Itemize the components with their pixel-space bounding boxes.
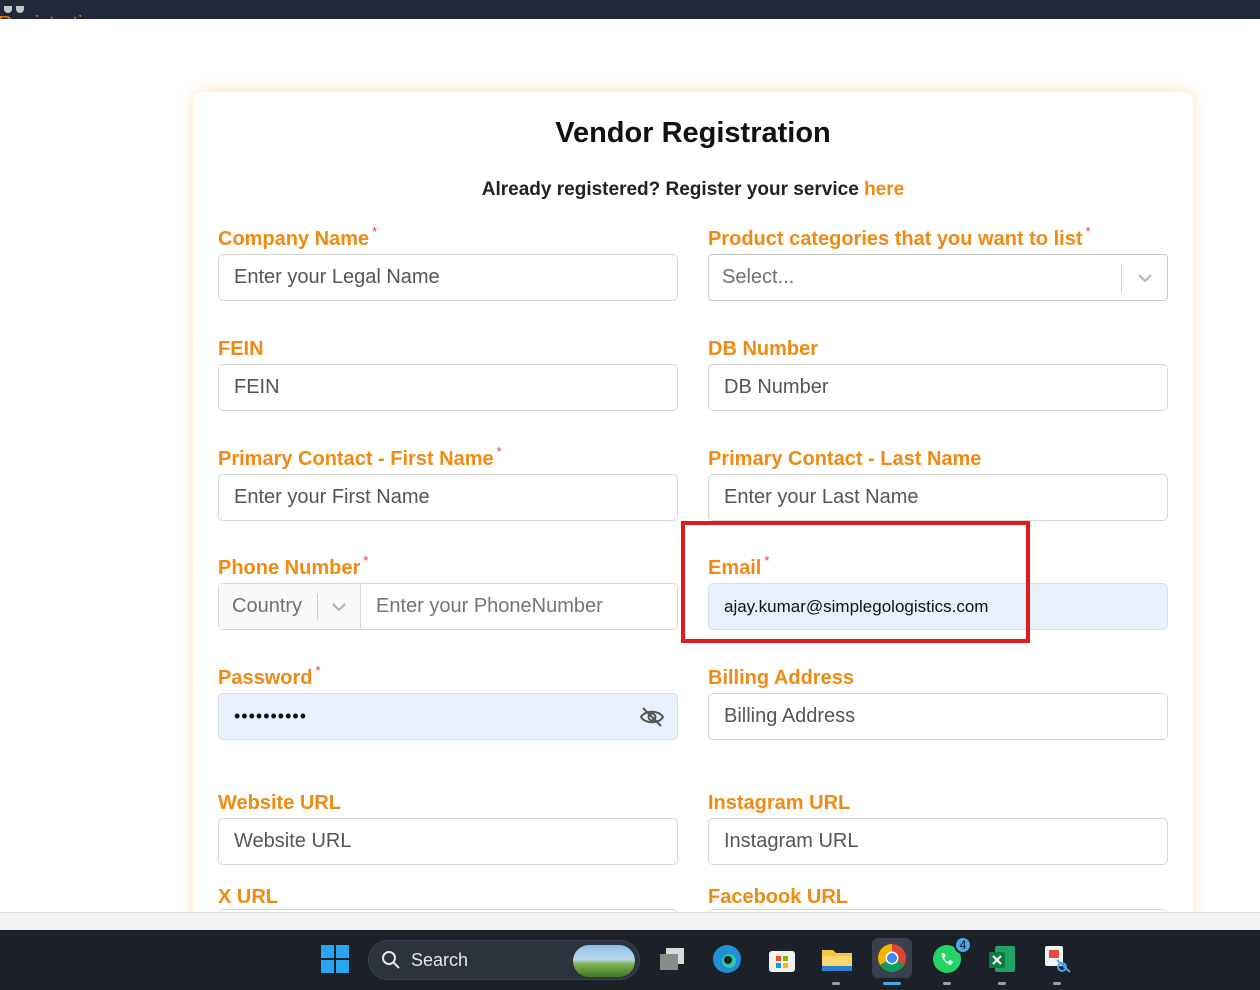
already-registered-text: Already registered? Register your servic… xyxy=(193,179,1193,201)
db-number-input[interactable] xyxy=(724,365,1167,410)
file-explorer-icon[interactable] xyxy=(820,942,854,976)
password-field[interactable]: •••••••••• xyxy=(218,693,678,740)
whatsapp-icon[interactable]: 4 xyxy=(930,936,972,976)
country-select[interactable]: Country xyxy=(219,584,361,629)
page-viewport: Vendor Registration Already registered? … xyxy=(0,19,1260,912)
last-name-input[interactable] xyxy=(724,475,1167,520)
website-url-input[interactable] xyxy=(234,819,677,864)
email-highlight-annotation xyxy=(681,521,1030,643)
product-categories-placeholder: Select... xyxy=(722,266,795,288)
edge-icon[interactable] xyxy=(710,942,744,976)
website-url-label: Website URL xyxy=(218,792,341,814)
task-view-icon[interactable] xyxy=(655,942,689,976)
first-name-input[interactable] xyxy=(234,475,677,520)
store-icon[interactable] xyxy=(765,942,799,976)
active-indicator xyxy=(883,982,901,985)
search-highlight-image xyxy=(573,945,635,977)
search-icon xyxy=(381,950,401,970)
company-name-label: Company Name * xyxy=(218,224,378,250)
taskbar-search-box[interactable]: Search xyxy=(368,940,640,980)
snipping-tool-icon[interactable] xyxy=(1040,942,1074,976)
windows-start-icon[interactable] xyxy=(318,942,352,976)
running-indicator xyxy=(832,982,840,985)
phone-number-field[interactable] xyxy=(361,584,677,629)
running-indicator xyxy=(1053,982,1061,985)
facebook-url-label: Facebook URL xyxy=(708,886,849,908)
fein-field[interactable] xyxy=(218,364,678,411)
company-name-input[interactable] xyxy=(234,255,677,300)
eye-off-icon[interactable] xyxy=(639,706,665,728)
whatsapp-unread-badge: 4 xyxy=(954,936,972,954)
fein-input[interactable] xyxy=(234,365,677,410)
running-indicator xyxy=(998,982,1006,985)
instagram-url-field[interactable] xyxy=(708,818,1168,865)
first-name-label: Primary Contact - First Name * xyxy=(218,444,502,470)
product-categories-label: Product categories that you want to list… xyxy=(708,224,1091,250)
chrome-icon[interactable] xyxy=(872,938,912,978)
browser-bottom-strip xyxy=(0,912,1260,930)
password-label: Password * xyxy=(218,663,321,689)
phone-number-group: Country xyxy=(218,583,678,630)
search-label: Search xyxy=(411,949,469,970)
phone-number-input[interactable] xyxy=(376,595,677,618)
excel-icon[interactable] xyxy=(985,942,1019,976)
instagram-url-input[interactable] xyxy=(724,819,1167,864)
billing-address-label: Billing Address xyxy=(708,667,854,689)
company-name-field[interactable] xyxy=(218,254,678,301)
billing-address-field[interactable] xyxy=(708,693,1168,740)
website-url-field[interactable] xyxy=(218,818,678,865)
page-title: Vendor Registration xyxy=(555,117,831,149)
db-number-field[interactable] xyxy=(708,364,1168,411)
fein-label: FEIN xyxy=(218,338,264,360)
windows-taskbar: Search 4 xyxy=(0,930,1260,990)
chevron-down-icon[interactable] xyxy=(1122,273,1167,283)
first-name-field[interactable] xyxy=(218,474,678,521)
product-categories-select[interactable]: Select... xyxy=(708,254,1168,301)
running-indicator xyxy=(943,982,951,985)
x-url-label: X URL xyxy=(218,886,278,908)
password-input[interactable]: •••••••••• xyxy=(234,706,307,727)
last-name-label: Primary Contact - Last Name xyxy=(708,448,982,470)
register-service-link[interactable]: here xyxy=(864,179,904,200)
instagram-url-label: Instagram URL xyxy=(708,792,851,814)
country-placeholder: Country xyxy=(232,595,303,617)
db-number-label: DB Number xyxy=(708,338,819,360)
app-logo-fragment xyxy=(4,0,34,13)
billing-address-input[interactable] xyxy=(724,694,1167,739)
last-name-field[interactable] xyxy=(708,474,1168,521)
browser-top-bar xyxy=(0,0,1260,19)
chevron-down-icon[interactable] xyxy=(318,602,360,612)
already-registered-label: Already registered? Register your servic… xyxy=(481,179,859,200)
phone-number-label: Phone Number * xyxy=(218,553,369,579)
